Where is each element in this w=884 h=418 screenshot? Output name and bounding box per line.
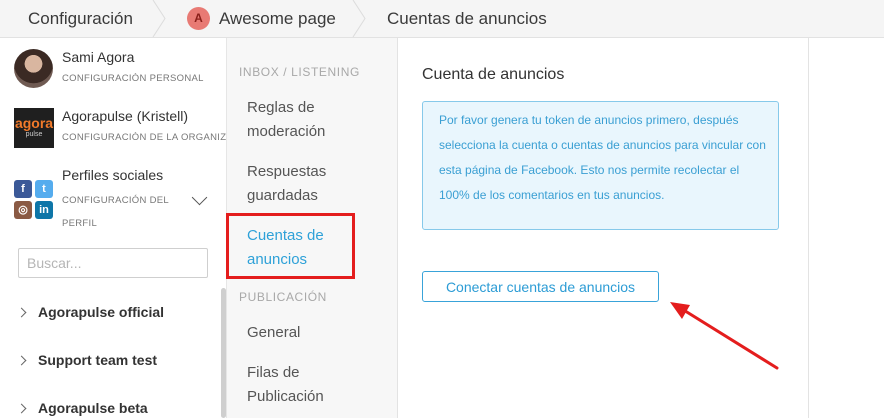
twitter-icon: t [35, 180, 53, 198]
breadcrumb-current: Cuentas de anuncios [387, 9, 547, 28]
breadcrumb-configuracion[interactable]: Configuración [28, 0, 133, 37]
search-input[interactable] [18, 248, 208, 278]
social-icons: f t ◎ in [14, 180, 54, 220]
breadcrumb-separator [152, 0, 166, 37]
profile-organization[interactable]: agora pulse Agorapulse (Kristell) CONFIGU… [14, 108, 226, 148]
section-publication: PUBLICACIÓN [239, 290, 327, 304]
profile-personal[interactable]: Sami Agora CONFIGURACIÓN PERSONAL [14, 49, 226, 89]
page-title: Cuenta de anuncios [422, 66, 565, 83]
profile-subtitle: CONFIGURACIÓN PERSONAL [62, 73, 204, 84]
divider [808, 38, 809, 418]
section-inbox-listening: INBOX / LISTENING [239, 65, 360, 79]
social-profiles-name: Perfiles sociales [62, 167, 164, 183]
avatar [14, 49, 53, 88]
breadcrumb-separator [352, 0, 366, 37]
menu-item-general[interactable]: General [247, 321, 377, 345]
highlight-annotation [226, 213, 355, 279]
organization-subtitle: CONFIGURACIÓN DE LA ORGANIZACIÓN [62, 132, 226, 143]
linkedin-icon: in [35, 201, 53, 219]
arrow-annotation [670, 302, 779, 370]
info-message: Por favor genera tu token de anuncios pr… [422, 101, 779, 230]
breadcrumb-page[interactable]: Awesome page [219, 0, 336, 37]
group-item[interactable]: Agorapulse beta [16, 400, 148, 416]
facebook-icon: f [14, 180, 32, 198]
menu-item-publishing-queues[interactable]: Filas de Publicación [247, 361, 377, 409]
chevron-right-icon [16, 355, 27, 366]
agorapulse-logo: agora pulse [14, 108, 54, 148]
breadcrumb: Configuración A Awesome page Cuentas de … [0, 0, 884, 38]
social-profiles-subtitle: CONFIGURACIÓN DEL PERFIL [62, 195, 169, 229]
organization-name: Agorapulse (Kristell) [62, 108, 189, 124]
group-item[interactable]: Support team test [16, 352, 157, 368]
menu-item-moderation-rules[interactable]: Reglas de moderación [247, 96, 377, 144]
sidebar: Sami Agora CONFIGURACIÓN PERSONAL agora p… [0, 38, 226, 418]
page-avatar: A [187, 7, 210, 30]
chevron-right-icon [16, 403, 27, 414]
chevron-right-icon [16, 307, 27, 318]
group-item[interactable]: Agorapulse official [16, 304, 164, 320]
divider [397, 38, 398, 418]
connect-ad-accounts-button[interactable]: Conectar cuentas de anuncios [422, 271, 659, 302]
menu-item-saved-replies[interactable]: Respuestas guardadas [247, 160, 377, 208]
instagram-icon: ◎ [14, 201, 32, 219]
profile-name: Sami Agora [62, 49, 135, 65]
